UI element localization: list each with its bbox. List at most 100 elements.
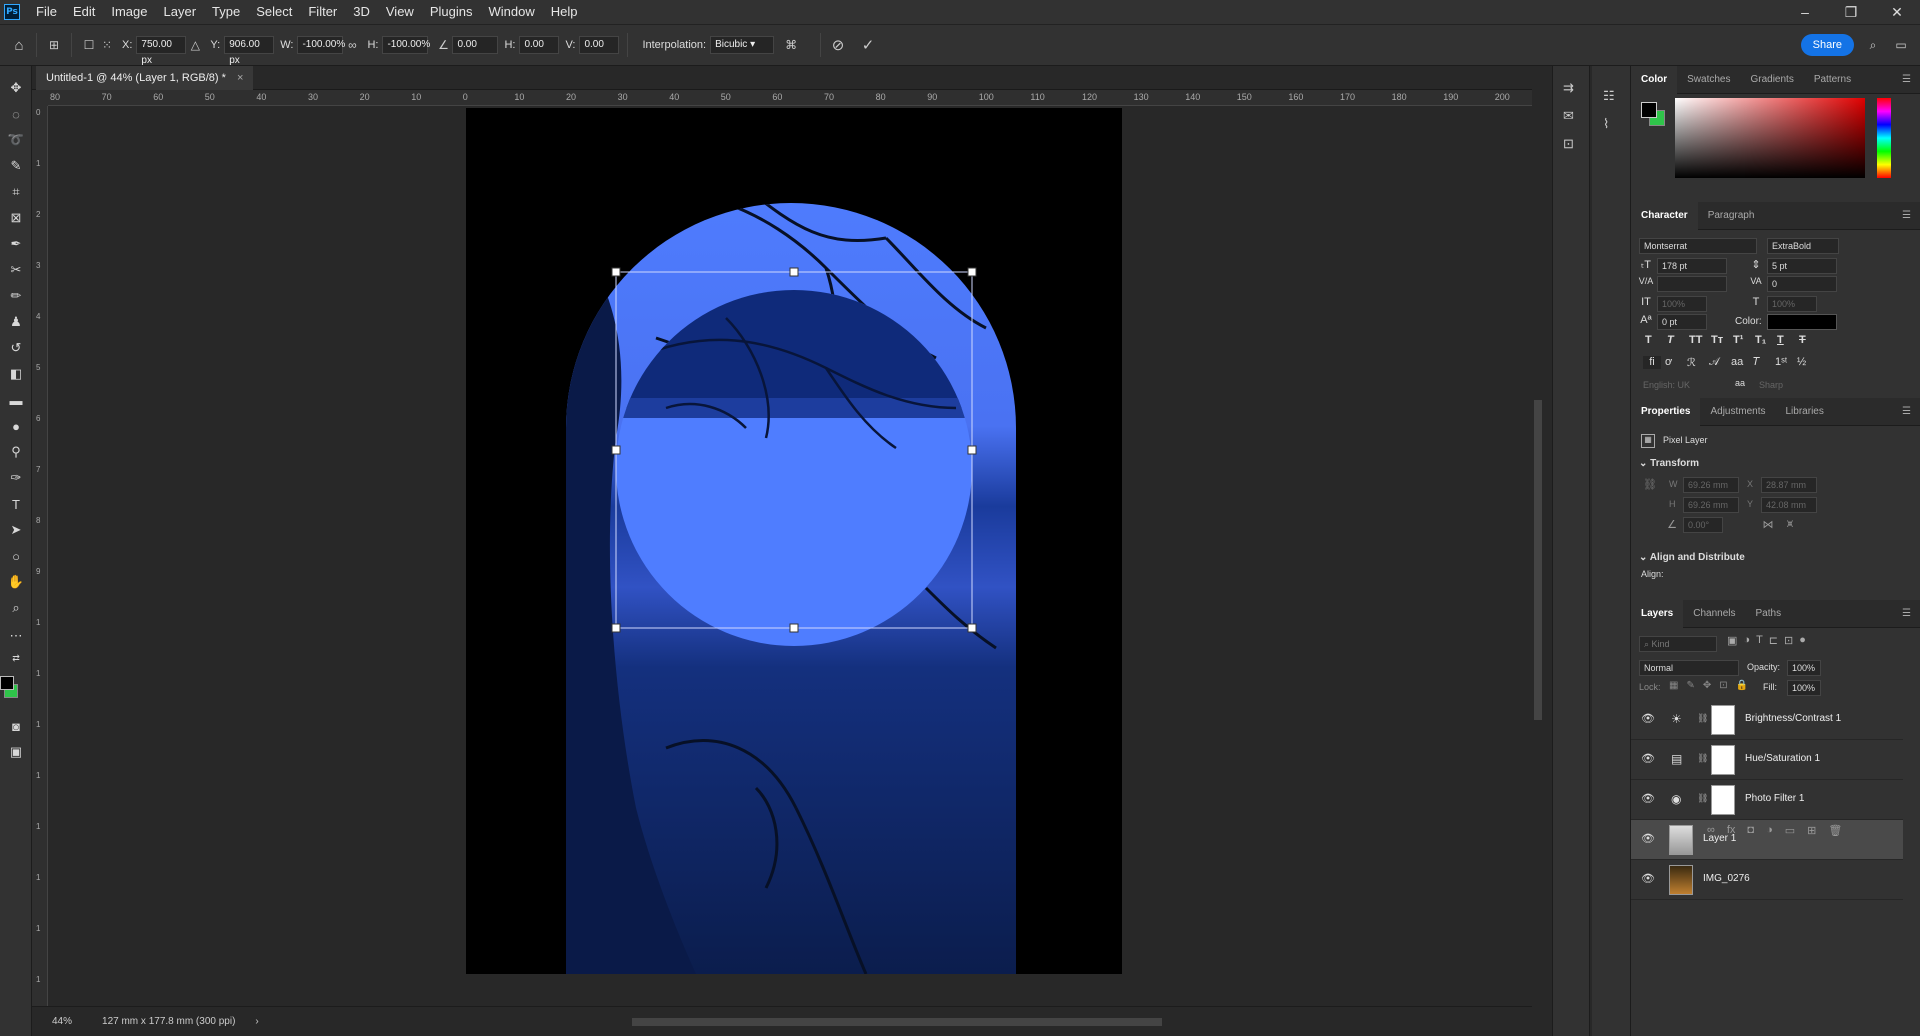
link-icon[interactable]: ∞: [343, 36, 361, 54]
visibility-eye-icon[interactable]: 👁: [1641, 872, 1657, 888]
panel-menu-icon[interactable]: ☰: [1892, 66, 1920, 94]
lock-position-icon[interactable]: ✥: [1703, 680, 1711, 691]
visibility-eye-icon[interactable]: 👁: [1641, 712, 1657, 728]
link-proportions-icon[interactable]: ⛓: [1641, 478, 1659, 491]
horizontal-scale-input[interactable]: 100%: [1767, 296, 1817, 312]
faux-italic-icon[interactable]: T: [1667, 334, 1685, 346]
document-canvas[interactable]: [466, 108, 1122, 974]
ordinals-icon[interactable]: 1ˢᵗ: [1775, 356, 1793, 369]
blend-mode-select[interactable]: Normal: [1639, 660, 1739, 676]
blur-tool-icon[interactable]: ●: [6, 416, 26, 436]
link-layers-icon[interactable]: ∞: [1707, 824, 1715, 837]
eraser-tool-icon[interactable]: ◧: [6, 364, 26, 384]
frame-tool-icon[interactable]: ⊠: [6, 208, 26, 228]
kerning-input[interactable]: [1657, 276, 1727, 292]
zoom-tool-icon[interactable]: ⌕: [6, 598, 26, 618]
font-size-input[interactable]: 178 pt: [1657, 258, 1727, 274]
vskew-input[interactable]: 0.00: [579, 36, 620, 54]
tab-gradients[interactable]: Gradients: [1740, 66, 1803, 94]
close-button[interactable]: ✕: [1874, 0, 1920, 24]
quick-selection-tool-icon[interactable]: ✎: [6, 156, 26, 176]
mask-link-icon[interactable]: ⛓: [1697, 753, 1708, 764]
y-input[interactable]: 906.00 px: [224, 36, 275, 66]
tab-channels[interactable]: Channels: [1683, 600, 1745, 628]
language-select[interactable]: English: UK: [1639, 378, 1729, 394]
tab-color[interactable]: Color: [1631, 65, 1678, 94]
prop-x-input[interactable]: 28.87 mm: [1761, 477, 1817, 493]
menu-3d[interactable]: 3D: [345, 0, 378, 24]
superscript-icon[interactable]: T¹: [1733, 334, 1751, 346]
vertical-scrollbar[interactable]: [1534, 400, 1542, 720]
cancel-transform-icon[interactable]: ⊘: [829, 36, 847, 54]
foreground-color-swatch[interactable]: [0, 676, 14, 690]
layer-thumbnail[interactable]: [1669, 825, 1693, 855]
layer-name[interactable]: Brightness/Contrast 1: [1745, 713, 1841, 724]
warp-icon[interactable]: ⌘: [782, 36, 800, 54]
filter-adjustment-icon[interactable]: ◑: [1743, 634, 1750, 647]
layers-menu-icon[interactable]: ☰: [1892, 600, 1920, 628]
ruler-origin[interactable]: [32, 90, 48, 106]
prop-y-input[interactable]: 42.08 mm: [1761, 497, 1817, 513]
plugins-icon[interactable]: ⊡: [1563, 136, 1574, 152]
layer-mask-thumbnail[interactable]: [1711, 745, 1735, 775]
new-layer-icon[interactable]: ⊞: [1807, 824, 1816, 837]
handle-bottom-right[interactable]: [967, 623, 977, 633]
flip-vertical-icon[interactable]: ⩙: [1781, 518, 1799, 531]
handle-top-right[interactable]: [967, 267, 977, 277]
ellipse-tool-icon[interactable]: ○: [6, 546, 26, 566]
properties-menu-icon[interactable]: ☰: [1892, 398, 1920, 426]
filter-pixel-icon[interactable]: ▣: [1727, 634, 1737, 647]
vertical-scale-input[interactable]: 100%: [1657, 296, 1707, 312]
gradient-tool-icon[interactable]: ▬: [6, 390, 26, 410]
angle-input[interactable]: 0.00: [452, 36, 499, 54]
more-tools-icon[interactable]: ⋯: [6, 626, 26, 646]
crop-tool-icon[interactable]: ⌗: [6, 182, 26, 202]
move-tool-icon[interactable]: ✥: [6, 78, 26, 98]
lock-transparent-icon[interactable]: ▦: [1669, 680, 1678, 691]
menu-type[interactable]: Type: [204, 0, 248, 24]
layer-thumbnail[interactable]: [1669, 865, 1693, 895]
search-icon[interactable]: ⌕: [1864, 36, 1882, 54]
underline-icon[interactable]: T: [1777, 334, 1795, 346]
strikethrough-icon[interactable]: T: [1799, 334, 1817, 346]
tab-paragraph[interactable]: Paragraph: [1698, 202, 1765, 230]
new-group-icon[interactable]: ▭: [1785, 824, 1795, 837]
menu-window[interactable]: Window: [480, 0, 542, 24]
handle-bottom[interactable]: [789, 623, 799, 633]
status-arrow-icon[interactable]: ›: [255, 1016, 258, 1027]
workspace-icon[interactable]: ▭: [1892, 36, 1910, 54]
color-field[interactable]: [1675, 98, 1865, 178]
handle-top-left[interactable]: [611, 267, 621, 277]
transform-section-label[interactable]: ⌄ Transform: [1639, 458, 1699, 469]
visibility-eye-icon[interactable]: 👁: [1641, 752, 1657, 768]
commit-transform-icon[interactable]: ✓: [859, 36, 877, 54]
menu-filter[interactable]: Filter: [300, 0, 345, 24]
baseline-shift-input[interactable]: 0 pt: [1657, 314, 1707, 330]
visibility-eye-icon[interactable]: 👁: [1641, 792, 1657, 808]
layer-mask-thumbnail[interactable]: [1711, 705, 1735, 735]
brush-settings-icon[interactable]: ⌇: [1603, 116, 1609, 132]
menu-view[interactable]: View: [378, 0, 422, 24]
reference-grid-icon[interactable]: ⁙: [98, 36, 116, 54]
lock-all-icon[interactable]: 🔒: [1736, 680, 1748, 691]
history-icon[interactable]: ⇉: [1563, 80, 1574, 96]
minimize-button[interactable]: –: [1782, 0, 1828, 24]
menu-layer[interactable]: Layer: [156, 0, 205, 24]
font-style-select[interactable]: ExtraBold: [1767, 238, 1839, 254]
layer-mask-thumbnail[interactable]: [1711, 785, 1735, 815]
small-caps-icon[interactable]: Tт: [1711, 334, 1729, 346]
filter-type-icon[interactable]: T: [1756, 634, 1763, 647]
hue-slider[interactable]: [1877, 98, 1891, 178]
tab-paths[interactable]: Paths: [1746, 600, 1792, 628]
tab-layers[interactable]: Layers: [1631, 599, 1684, 628]
swap-colors-icon[interactable]: ⇄: [6, 648, 26, 668]
handle-left[interactable]: [611, 445, 621, 455]
pen-tool-icon[interactable]: ✑: [6, 468, 26, 488]
align-section-label[interactable]: ⌄ Align and Distribute: [1639, 552, 1745, 563]
stylistic-alternates-icon[interactable]: 𝒜: [1709, 356, 1727, 369]
tab-properties[interactable]: Properties: [1631, 397, 1701, 426]
layer-name[interactable]: Hue/Saturation 1: [1745, 753, 1820, 764]
tab-patterns[interactable]: Patterns: [1804, 66, 1861, 94]
layer-filter-input[interactable]: ⌕ Kind: [1639, 636, 1717, 652]
transform-mode-icon[interactable]: ⊞: [45, 36, 63, 54]
